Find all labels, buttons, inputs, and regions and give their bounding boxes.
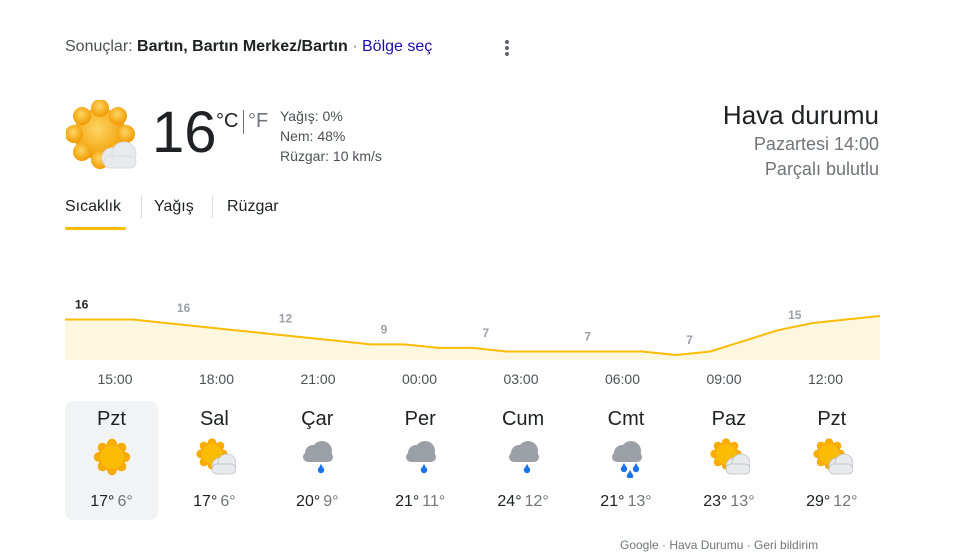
current-temperature: 16: [152, 100, 217, 165]
hour-tick-label: 21:00: [300, 371, 336, 387]
heavy-rain-icon: [606, 436, 648, 480]
day-name: Sal: [199, 408, 229, 430]
day-card-2[interactable]: Çar 20° 9°: [271, 401, 364, 520]
separator: ·: [352, 38, 358, 55]
current-time: Pazartesi 14:00: [753, 134, 879, 154]
day-temps: 23° 13°: [682, 493, 775, 511]
tab-wind[interactable]: Rüzgar: [227, 198, 279, 216]
more-vert-icon[interactable]: [500, 38, 514, 58]
hour-tick-label: 15:00: [97, 371, 133, 387]
hour-tick-label: 12:00: [807, 371, 844, 387]
day-temps: 29° 12°: [785, 493, 878, 511]
day-high: 23°: [703, 493, 728, 510]
results-prefix: Sonuçlar:: [65, 38, 133, 55]
weather-title: Hava durumu: [722, 100, 879, 130]
day-name: Pzt: [97, 408, 126, 430]
day-high: 17°: [90, 493, 115, 510]
chart-data-label: 16: [75, 298, 89, 312]
day-temps: 24° 12°: [477, 493, 570, 511]
day-name: Pzt: [817, 408, 847, 430]
active-tab-indicator: [65, 227, 126, 230]
day-card-4[interactable]: Cum 24° 12°: [477, 401, 570, 520]
tab-precipitation[interactable]: Yağış: [154, 198, 194, 216]
precipitation: Yağış: 0%: [280, 108, 343, 124]
day-temps: 17° 6°: [168, 493, 261, 511]
unit-fahrenheit[interactable]: °F: [248, 110, 268, 133]
day-card-5[interactable]: Cmt 21° 13°: [580, 401, 673, 520]
chart-data-label: 16: [177, 301, 191, 315]
day-temps: 21° 11°: [374, 493, 467, 511]
day-temps: 21° 13°: [580, 493, 673, 511]
sunny-icon: [91, 436, 133, 478]
chart-data-label: 9: [381, 322, 388, 336]
current-condition: Parçalı bulutlu: [764, 159, 879, 179]
day-temps: 17° 6°: [65, 493, 158, 511]
chart-data-label: 15: [788, 308, 802, 322]
day-name: Çar: [301, 408, 334, 430]
day-name: Per: [404, 408, 436, 430]
day-temps: 20° 9°: [271, 493, 364, 511]
partly-cloudy-icon: [708, 436, 751, 478]
day-high: 21°: [600, 493, 625, 510]
hour-tick-label: 06:00: [604, 371, 641, 387]
day-low: 11°: [422, 493, 446, 510]
tab-divider: [141, 196, 142, 218]
partly-cloudy-icon: [65, 99, 140, 174]
location-name: Bartın, Bartın Merkez/Bartın: [137, 38, 348, 55]
day-card-7[interactable]: Pzt 29° 12°: [785, 401, 878, 520]
day-low: 9°: [323, 493, 339, 510]
chart-data-label: 7: [584, 330, 591, 344]
day-high: 17°: [193, 493, 218, 510]
chart-data-label: 7: [483, 326, 490, 340]
rain-icon: [400, 436, 442, 478]
hour-tick-label: 09:00: [706, 371, 742, 387]
day-name: Cum: [501, 408, 545, 430]
day-card-1[interactable]: Sal 17° 6°: [168, 401, 261, 520]
day-low: 12°: [833, 493, 858, 510]
rain-icon: [503, 436, 545, 478]
hour-tick-label: 18:00: [198, 371, 235, 387]
day-low: 12°: [524, 493, 549, 510]
day-card-6[interactable]: Paz 23° 13°: [682, 401, 775, 520]
temperature-chart: 16 16 12 9 7 7 7 15: [65, 298, 880, 360]
rain-icon: [297, 436, 339, 478]
partly-cloudy-icon: [811, 436, 854, 478]
tab-temperature[interactable]: Sıcaklık: [65, 198, 121, 216]
day-low: 13°: [730, 493, 755, 510]
hour-tick-label: 00:00: [401, 371, 438, 387]
chart-area: [65, 316, 880, 360]
day-low: 6°: [117, 493, 133, 510]
results-location: Sonuçlar: Bartın, Bartın Merkez/Bartın ·…: [65, 38, 432, 56]
chart-data-label: 7: [686, 333, 693, 347]
day-card-3[interactable]: Per 21° 11°: [374, 401, 467, 520]
footer-links: Google · Hava Durumu · Geri bildirim: [620, 538, 819, 552]
wind: Rüzgar: 10 km/s: [280, 148, 382, 164]
day-high: 20°: [296, 493, 321, 510]
day-name: Cmt: [607, 408, 645, 430]
tab-divider: [212, 196, 213, 218]
partly-cloudy-icon: [194, 436, 237, 478]
region-select-link[interactable]: Bölge seç: [362, 38, 432, 55]
day-high: 21°: [395, 493, 420, 510]
humidity: Nem: 48%: [280, 128, 346, 144]
day-low: 6°: [220, 493, 236, 510]
day-high: 24°: [497, 493, 522, 510]
hour-tick-label: 03:00: [503, 371, 539, 387]
day-card-0[interactable]: Pzt 17° 6°: [65, 401, 158, 520]
unit-celsius[interactable]: °C: [216, 110, 238, 133]
day-high: 29°: [806, 493, 831, 510]
day-name: Paz: [711, 408, 747, 430]
day-low: 13°: [627, 493, 652, 510]
unit-divider: [243, 110, 244, 134]
chart-data-label: 12: [279, 312, 293, 326]
